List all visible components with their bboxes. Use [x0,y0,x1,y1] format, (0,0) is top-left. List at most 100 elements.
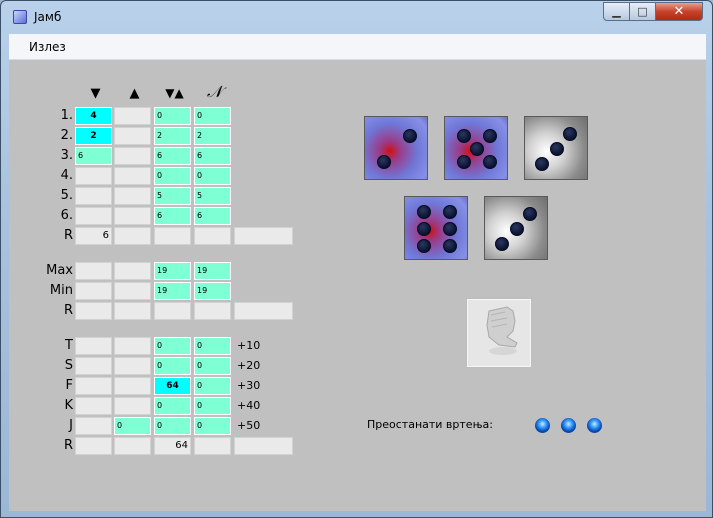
bonus-label: +10 [237,339,261,352]
minimize-button[interactable]: ▁ [603,2,630,21]
score-cell[interactable]: 0 [114,417,151,435]
roll-button[interactable] [466,298,532,368]
score-cell[interactable] [114,337,151,355]
menu-bar: Излез [9,34,706,60]
die-2[interactable] [444,116,508,180]
score-cell[interactable]: 5 [194,187,231,205]
title-bar[interactable]: Јамб ▁ □ ✕ [1,1,712,33]
score-cell[interactable] [114,262,151,280]
score-cell[interactable] [114,377,151,395]
score-cell[interactable] [75,377,112,395]
row-label: 3. [60,148,73,163]
score-cell[interactable] [75,397,112,415]
score-cell[interactable] [114,357,151,375]
row-label: J [69,418,73,433]
score-cell[interactable] [114,282,151,300]
score-cell[interactable]: 0 [154,107,191,125]
score-cell[interactable]: 64 [154,377,191,395]
die-pip [483,129,497,143]
score-cell[interactable]: 0 [154,357,191,375]
score-cell[interactable]: 19 [194,262,231,280]
score-cell[interactable]: 2 [194,127,231,145]
bonus-label: +40 [237,399,261,412]
score-cell[interactable]: 6 [154,207,191,225]
die-1[interactable] [364,116,428,180]
score-cell[interactable]: 2 [154,127,191,145]
score-cell[interactable]: 4 [75,107,112,125]
result-cell [234,227,293,245]
close-button[interactable]: ✕ [655,2,703,21]
menu-exit[interactable]: Излез [29,40,66,54]
die-pip [535,157,549,171]
result-cell [75,437,112,455]
die-pip [495,237,509,251]
score-cell[interactable]: 6 [75,147,112,165]
row-label: T [65,338,73,353]
score-cell[interactable]: 0 [194,417,231,435]
die-pip [443,222,457,236]
result-label: R [63,228,73,243]
bonus-label: +20 [237,359,261,372]
die-3[interactable] [524,116,588,180]
score-cell[interactable]: 0 [154,417,191,435]
score-cell[interactable]: 0 [194,397,231,415]
fist-icon [486,306,518,355]
score-cell[interactable]: 6 [194,207,231,225]
score-cell[interactable] [114,167,151,185]
result-cell [154,302,191,320]
minimize-icon: ▁ [612,5,621,18]
score-cell[interactable]: 0 [194,167,231,185]
score-cell[interactable]: 2 [75,127,112,145]
roll-token-icon [587,418,602,433]
row-label: Max [46,263,73,278]
score-cell[interactable] [114,397,151,415]
score-cell[interactable] [114,207,151,225]
score-cell[interactable] [75,282,112,300]
score-cell[interactable] [75,262,112,280]
result-cell [234,437,293,455]
game-area: ▼ ▲ ▼▲ 𝒩 1. 4 0 0 2. 2 2 2 3. 6 6 6 4. 0 0 5. 5 5 6. 6 6 R 6 Ma… [9,60,706,511]
score-cell[interactable] [114,107,151,125]
score-cell[interactable]: 6 [154,147,191,165]
die-4[interactable] [404,196,468,260]
score-cell[interactable]: 0 [154,397,191,415]
roll-token-icon [535,418,550,433]
die-pip [483,155,497,169]
row-label: F [65,378,73,393]
score-cell[interactable]: 19 [194,282,231,300]
die-5[interactable] [484,196,548,260]
die-pip [563,127,577,141]
die-pip [377,155,391,169]
score-cell[interactable]: 5 [154,187,191,205]
score-cell[interactable] [114,147,151,165]
row-label: K [64,398,73,413]
score-cell[interactable]: 0 [194,377,231,395]
result-cell: 64 [154,437,191,455]
column-free-header: ▼▲ [165,86,184,100]
maximize-button[interactable]: □ [629,2,656,21]
score-cell[interactable] [114,127,151,145]
score-cell[interactable] [75,187,112,205]
maximize-icon: □ [637,5,648,18]
score-cell[interactable]: 0 [194,337,231,355]
row-label: Min [49,283,73,298]
die-pip [443,205,457,219]
score-cell[interactable] [75,207,112,225]
result-cell [234,302,293,320]
score-cell[interactable] [75,167,112,185]
score-cell[interactable]: 6 [194,147,231,165]
score-cell[interactable]: 19 [154,262,191,280]
result-label: R [63,438,73,453]
score-cell[interactable]: 0 [154,337,191,355]
score-cell[interactable]: 0 [194,107,231,125]
score-cell[interactable]: 19 [154,282,191,300]
window-title: Јамб [34,10,62,24]
score-cell[interactable] [114,187,151,205]
score-cell[interactable]: 0 [154,167,191,185]
score-cell[interactable] [75,357,112,375]
score-cell[interactable] [75,337,112,355]
score-cell[interactable]: 0 [194,357,231,375]
row-label: S [64,358,73,373]
score-cell[interactable] [75,417,112,435]
result-cell [114,227,151,245]
